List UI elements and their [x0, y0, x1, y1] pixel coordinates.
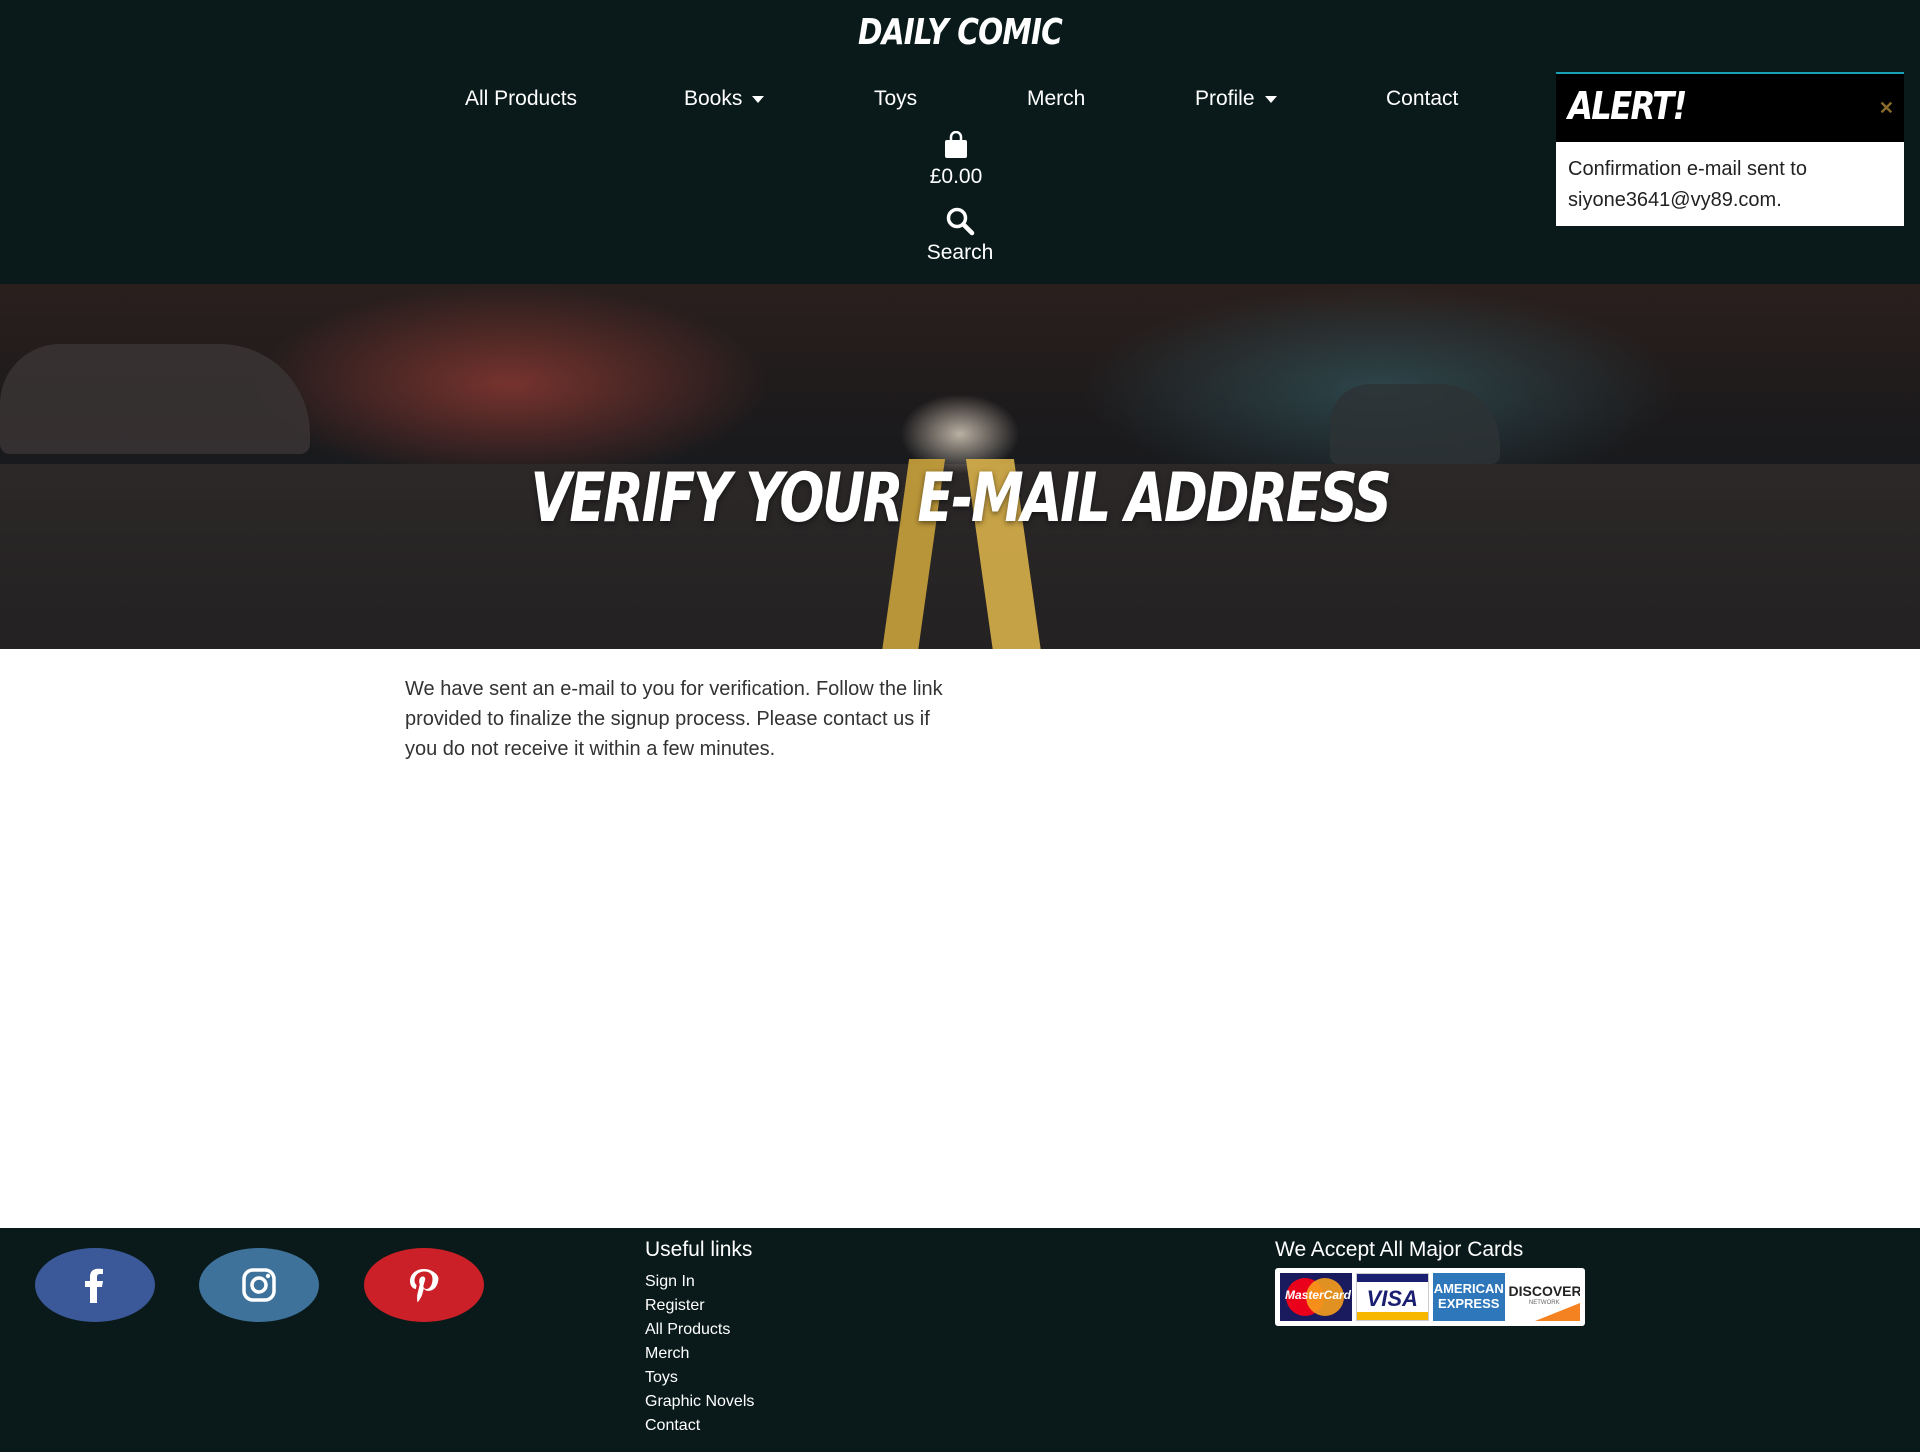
nav-toys[interactable]: Toys: [874, 87, 917, 111]
footer-link-graphic-novels[interactable]: Graphic Novels: [645, 1390, 754, 1414]
footer-link-sign-in[interactable]: Sign In: [645, 1270, 754, 1294]
facebook-link[interactable]: [35, 1248, 155, 1322]
footer-link-merch[interactable]: Merch: [645, 1342, 754, 1366]
cards-title: We Accept All Major Cards: [1275, 1238, 1524, 1261]
alert-toast: ALERT! ✕ Confirmation e-mail sent to siy…: [1556, 72, 1904, 226]
footer-link-register[interactable]: Register: [645, 1294, 754, 1318]
mastercard-logo: MasterCard: [1280, 1273, 1352, 1321]
shopping-bag-icon: [945, 131, 967, 158]
discover-logo: DISCOVER NETWORK: [1508, 1273, 1580, 1321]
page-title: VERIFY YOUR E-MAIL ADDRESS: [530, 459, 1392, 538]
nav-profile-label: Profile: [1195, 87, 1255, 110]
alert-title: ALERT!: [1568, 84, 1687, 128]
pinterest-icon: [410, 1269, 439, 1303]
nav-contact[interactable]: Contact: [1386, 87, 1458, 111]
alert-header: ALERT! ✕: [1556, 74, 1904, 142]
nav-books-label: Books: [684, 87, 743, 110]
visa-logo: VISA: [1355, 1273, 1429, 1321]
hero-background: [1330, 384, 1500, 464]
nav-books[interactable]: Books: [684, 87, 765, 111]
hero-background: [250, 284, 770, 484]
instagram-link[interactable]: [199, 1248, 319, 1322]
site-footer: Useful links Sign In Register All Produc…: [0, 1228, 1920, 1452]
nav-toys-label: Toys: [874, 87, 918, 110]
facebook-icon: [85, 1268, 103, 1303]
footer-link-contact[interactable]: Contact: [645, 1414, 754, 1438]
pinterest-link[interactable]: [364, 1248, 484, 1322]
nav-merch[interactable]: Merch: [1027, 87, 1085, 111]
nav-contact-label: Contact: [1386, 87, 1459, 110]
useful-links-list: Sign In Register All Products Merch Toys…: [645, 1270, 754, 1438]
nav-all-products[interactable]: All Products: [465, 87, 577, 111]
alert-message: Confirmation e-mail sent to siyone3641@v…: [1568, 158, 1807, 211]
nav-profile[interactable]: Profile: [1195, 87, 1277, 111]
chevron-down-icon: [752, 95, 765, 103]
useful-links-title: Useful links: [645, 1238, 753, 1261]
amex-logo: AMERICAN EXPRESS: [1433, 1273, 1505, 1321]
hero-background: [0, 344, 310, 454]
nav-merch-label: Merch: [1027, 87, 1086, 110]
verification-message: We have sent an e-mail to you for verifi…: [405, 678, 943, 760]
search-icon: [946, 207, 975, 236]
search-label: Search: [926, 241, 994, 264]
footer-link-toys[interactable]: Toys: [645, 1366, 754, 1390]
chevron-down-icon: [1264, 95, 1277, 103]
brand-logo[interactable]: DAILY COMIC: [173, 12, 1747, 53]
instagram-icon: [242, 1268, 276, 1302]
footer-link-all-products[interactable]: All Products: [645, 1318, 754, 1342]
close-icon[interactable]: ✕: [1879, 98, 1894, 119]
nav-all-products-label: All Products: [465, 87, 578, 110]
hero-banner: VERIFY YOUR E-MAIL ADDRESS: [0, 284, 1920, 649]
accepted-cards-image: MasterCard VISA AMERICAN EXPRESS DISCOVE…: [1275, 1268, 1585, 1326]
